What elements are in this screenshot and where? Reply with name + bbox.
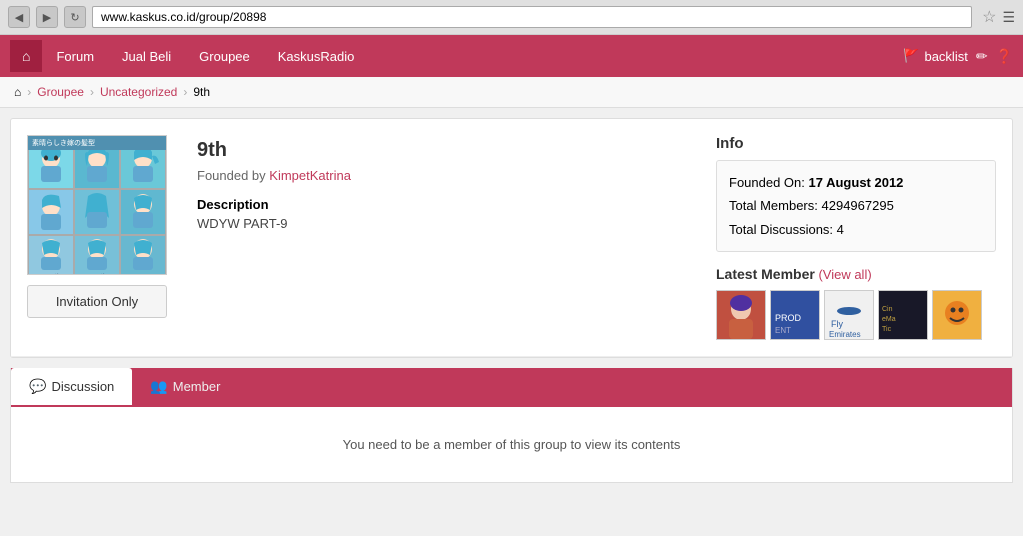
kaskus-nav: ⌂ Forum Jual Beli Groupee KaskusRadio 🚩 … [0, 35, 1023, 77]
menu-icon[interactable]: ☰ [1002, 9, 1015, 26]
tabs-section: 💬 Discussion 👥 Member You need to be a m… [10, 368, 1013, 483]
nav-kaskus-radio[interactable]: KaskusRadio [264, 39, 369, 74]
invitation-only-button[interactable]: Invitation Only [27, 285, 167, 318]
info-title: Info [716, 135, 996, 152]
breadcrumb-home-icon[interactable]: ⌂ [14, 85, 21, 99]
manga-cell-4 [28, 189, 74, 235]
manga-label-9: ここねむ [122, 275, 164, 276]
total-discussions-label: Total Discussions: [729, 222, 833, 237]
manga-cell-5 [74, 189, 120, 235]
founded-by-label: Founded by [197, 168, 266, 183]
group-image: 素晴らしき嫁の髪型 [27, 135, 167, 275]
total-members-value: 4294967295 [822, 198, 894, 213]
member-avatar-3[interactable]: Fly Emirates [824, 290, 874, 340]
backlist-button[interactable]: 🚩 backlist [903, 48, 968, 64]
founded-on-row: Founded On: 17 August 2012 [729, 171, 983, 194]
forward-button[interactable]: ▶ [36, 6, 58, 28]
tab-member-label: Member [173, 379, 221, 394]
nav-jual-beli[interactable]: Jual Beli [108, 39, 185, 74]
manga-cell-9: ここねむ [120, 235, 166, 275]
manga-label-8: ロング [76, 275, 118, 276]
breadcrumb-sep-2: › [90, 85, 94, 99]
member-avatar-5[interactable] [932, 290, 982, 340]
svg-text:eMa: eMa [882, 316, 896, 323]
total-discussions-value: 4 [837, 222, 844, 237]
nav-groupee[interactable]: Groupee [185, 39, 264, 74]
backlist-label: backlist [924, 49, 967, 64]
view-all-link[interactable]: (View all) [818, 267, 871, 282]
breadcrumb: ⌂ › Groupee › Uncategorized › 9th [0, 77, 1023, 108]
empty-message: You need to be a member of this group to… [343, 437, 681, 452]
founded-by-text: Founded by KimpetKatrina [197, 168, 696, 183]
tab-discussion[interactable]: 💬 Discussion [11, 368, 132, 405]
tab-discussion-label: Discussion [51, 379, 114, 394]
member-avatar-4[interactable]: Cin eMa Tic [878, 290, 928, 340]
member-avatars: PROD ENT Fly Emirates [716, 290, 996, 340]
latest-member-section: Latest Member (View all) [716, 266, 996, 340]
bookmark-icon[interactable]: ☆ [982, 7, 996, 27]
founded-on-value: 17 August 2012 [809, 175, 904, 190]
browser-chrome: ◀ ▶ ↻ ☆ ☰ [0, 0, 1023, 35]
member-icon: 👥 [150, 378, 167, 395]
breadcrumb-groupee[interactable]: Groupee [37, 85, 84, 99]
svg-text:Fly: Fly [831, 319, 843, 329]
latest-member-title: Latest Member [716, 266, 815, 282]
svg-text:Emirates: Emirates [829, 330, 861, 339]
breadcrumb-uncategorized[interactable]: Uncategorized [100, 85, 177, 99]
member-avatar-1[interactable] [716, 290, 766, 340]
main-container: 素晴らしき嫁の髪型 [10, 118, 1013, 358]
pencil-icon[interactable]: ✏ [976, 48, 988, 65]
manga-grid: ロング ロング [28, 143, 166, 275]
info-col: Info Founded On: 17 August 2012 Total Me… [716, 135, 996, 340]
breadcrumb-sep-1: › [27, 85, 31, 99]
home-button[interactable]: ⌂ [10, 40, 42, 72]
manga-title: 素晴らしき嫁の髪型 [32, 138, 95, 148]
manga-cell-6 [120, 189, 166, 235]
total-members-label: Total Members: [729, 198, 818, 213]
founder-link[interactable]: KimpetKatrina [269, 168, 351, 183]
description-label: Description [197, 197, 696, 212]
nav-forum[interactable]: Forum [42, 39, 108, 74]
total-discussions-row: Total Discussions: 4 [729, 218, 983, 241]
manga-cell-8: ロング [74, 235, 120, 275]
breadcrumb-sep-3: › [183, 85, 187, 99]
backlist-icon: 🚩 [903, 48, 919, 64]
info-box: Founded On: 17 August 2012 Total Members… [716, 160, 996, 252]
manga-cell-7: ロング [28, 235, 74, 275]
manga-label-7: ロング [30, 275, 72, 276]
svg-text:ENT: ENT [775, 326, 791, 335]
discussion-icon: 💬 [29, 378, 46, 395]
question-icon[interactable]: ❓ [996, 48, 1013, 65]
group-header: 素晴らしき嫁の髪型 [11, 119, 1012, 357]
breadcrumb-current: 9th [193, 85, 210, 99]
tabs-bar: 💬 Discussion 👥 Member [11, 368, 1012, 405]
address-bar[interactable] [92, 6, 972, 28]
group-image-col: 素晴らしき嫁の髪型 [27, 135, 177, 340]
description-text: WDYW PART-9 [197, 216, 696, 231]
total-members-row: Total Members: 4294967295 [729, 194, 983, 217]
member-avatar-2[interactable]: PROD ENT [770, 290, 820, 340]
back-button[interactable]: ◀ [8, 6, 30, 28]
tab-content: You need to be a member of this group to… [11, 405, 1012, 482]
svg-text:Cin: Cin [882, 306, 893, 313]
svg-text:Tic: Tic [882, 326, 892, 333]
group-info-col: 9th Founded by KimpetKatrina Description… [197, 135, 696, 340]
manga-title-bar: 素晴らしき嫁の髪型 [28, 136, 166, 150]
founded-on-label: Founded On: [729, 175, 805, 190]
svg-text:PROD: PROD [775, 313, 802, 323]
tab-member[interactable]: 👥 Member [132, 368, 238, 405]
refresh-button[interactable]: ↻ [64, 6, 86, 28]
group-title: 9th [197, 139, 696, 162]
